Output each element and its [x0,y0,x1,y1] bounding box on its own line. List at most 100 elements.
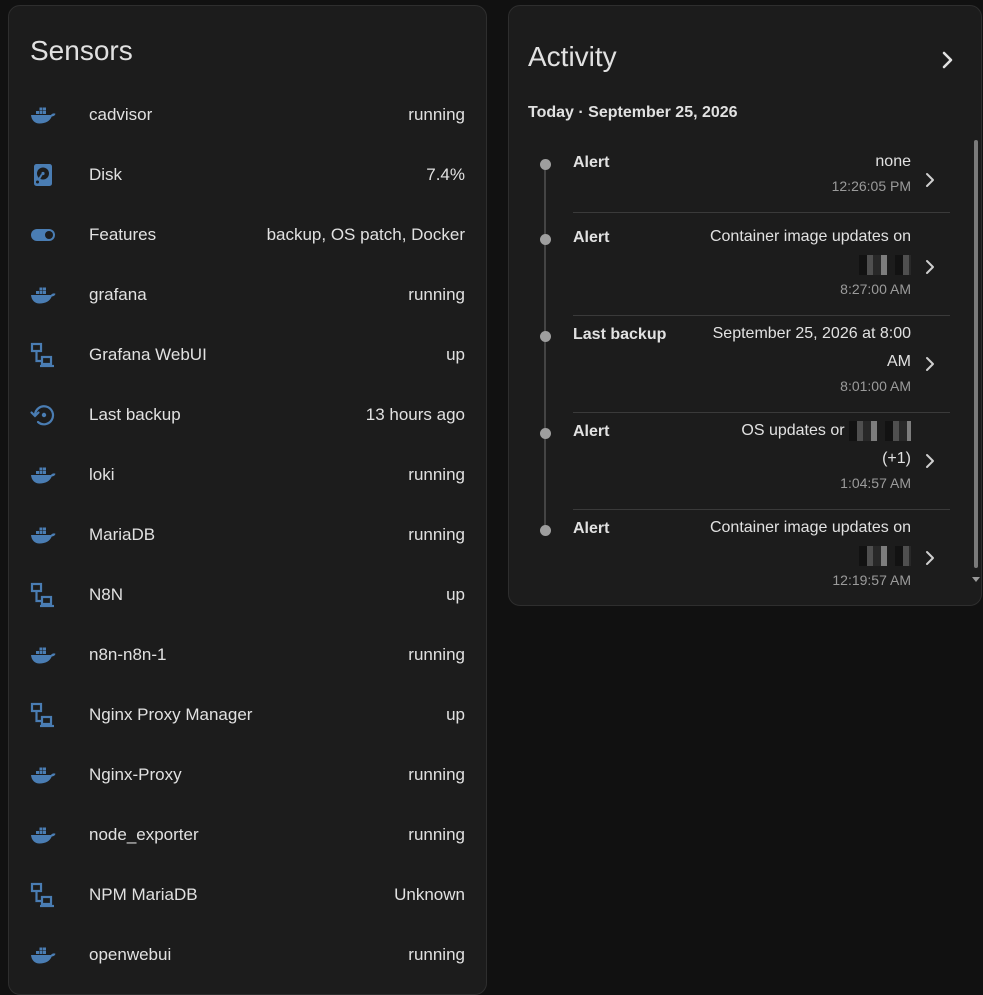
lan-icon [29,341,57,369]
redacted-block [849,420,911,441]
sensor-row[interactable]: Grafana WebUI up [9,325,486,385]
sensor-value: up [446,345,465,364]
chevron-right-icon[interactable] [921,258,939,276]
chevron-right-icon[interactable] [921,171,939,189]
activity-card: Activity Today · September 25, 2026 Aler… [508,5,982,606]
sensor-name: grafana [89,285,147,304]
docker-icon [29,761,57,789]
timeline-line [544,166,546,526]
sensor-value: up [446,705,465,724]
sensor-value: running [408,945,465,964]
sensor-row[interactable]: Disk 7.4% [9,145,486,205]
entry-message-suffix: (+1) [882,450,911,467]
entry-message-text: none [875,153,911,170]
redacted-block [859,545,911,566]
chevron-right-icon[interactable] [921,355,939,373]
entry-message: Container image updates on [691,223,911,279]
sensor-row[interactable]: Features backup, OS patch, Docker [9,205,486,265]
sensor-name: node_exporter [89,825,199,844]
sensor-name: Nginx-Proxy [89,765,182,784]
lan-icon [29,581,57,609]
docker-icon [29,821,57,849]
sensor-value: running [408,525,465,544]
docker-icon [29,521,57,549]
entry-label: Alert [573,520,610,537]
sensors-title: Sensors [30,35,133,66]
timeline-dot [540,331,551,342]
docker-icon [29,101,57,129]
timeline-dot [540,525,551,536]
entry-timestamp: 12:19:57 AM [832,572,911,588]
sensors-card: Sensors cadvisor running Disk 7.4% Feature… [8,5,487,995]
sensor-name: n8n-n8n-1 [89,645,167,664]
sensor-name: N8N [89,585,124,604]
redacted-block [859,254,911,275]
entry-divider [573,315,950,316]
entry-message: Container image updates on [691,514,911,570]
sensor-row[interactable]: loki running [9,445,486,505]
sensor-value: running [408,285,465,304]
sensor-row[interactable]: n8n-n8n-1 running [9,625,486,685]
entry-divider [573,212,950,213]
sensor-row[interactable]: MariaDB running [9,505,486,565]
entry-message-text: Container image updates on [709,228,911,245]
sensor-row[interactable]: cadvisor running [9,85,486,145]
entry-divider [573,509,950,510]
entry-timestamp: 8:27:00 AM [840,281,911,297]
docker-icon [29,461,57,489]
entry-message: OS updates or (+1) [691,417,911,473]
sensor-value: running [408,765,465,784]
entry-divider [573,412,950,413]
sensor-row[interactable]: node_exporter running [9,805,486,865]
sensor-value: up [446,585,465,604]
sensor-name: Grafana WebUI [89,345,207,364]
sensor-name: Features [89,225,157,244]
sensor-name: cadvisor [89,105,153,124]
sensor-row[interactable]: Last backup 13 hours ago [9,385,486,445]
sensor-name: Nginx Proxy Manager [89,705,253,724]
backup-restore-icon [29,401,57,429]
toggle-icon [29,221,57,249]
sensor-row[interactable]: Nginx-Proxy running [9,745,486,805]
scroll-down-arrow-icon[interactable] [972,577,980,582]
sensor-value: backup, OS patch, Docker [266,225,465,244]
entry-label: Alert [573,154,610,171]
sensor-value: 7.4% [426,165,465,184]
sensor-row[interactable]: openwebui running [9,925,486,985]
entry-message-text: OS updates or [741,422,845,439]
entry-message: September 25, 2026 at 8:00 AM [691,320,911,376]
sensor-row[interactable]: NPM MariaDB Unknown [9,865,486,925]
sensor-row[interactable]: N8N up [9,565,486,625]
sensor-value: running [408,645,465,664]
sensor-value: running [408,825,465,844]
chevron-right-icon[interactable] [921,452,939,470]
sensor-value: running [408,465,465,484]
docker-icon [29,281,57,309]
sensor-name: MariaDB [89,525,156,544]
entry-message: none [691,148,911,176]
scrollbar[interactable] [974,140,978,568]
sensor-row[interactable]: Nginx Proxy Manager up [9,685,486,745]
entry-label: Alert [573,423,610,440]
entry-message-text: Container image updates on [709,519,911,536]
entry-timestamp: 12:26:05 PM [831,178,911,194]
sensor-name: openwebui [89,945,172,964]
chevron-right-icon[interactable] [921,549,939,567]
sensor-name: Disk [89,165,123,184]
lan-icon [29,701,57,729]
sensor-name: loki [89,465,115,484]
lan-icon [29,881,57,909]
sensor-name: Last backup [89,405,181,424]
sensor-row[interactable]: grafana running [9,265,486,325]
entry-label: Alert [573,229,610,246]
docker-icon [29,941,57,969]
chevron-right-icon[interactable] [935,48,959,72]
entry-timestamp: 1:04:57 AM [840,475,911,491]
timeline-dot [540,159,551,170]
sensor-value: Unknown [394,885,465,904]
timeline-dot [540,234,551,245]
sensor-name: NPM MariaDB [89,885,198,904]
sensor-value: running [408,105,465,124]
entry-label: Last backup [573,326,667,343]
entry-timestamp: 8:01:00 AM [840,378,911,394]
